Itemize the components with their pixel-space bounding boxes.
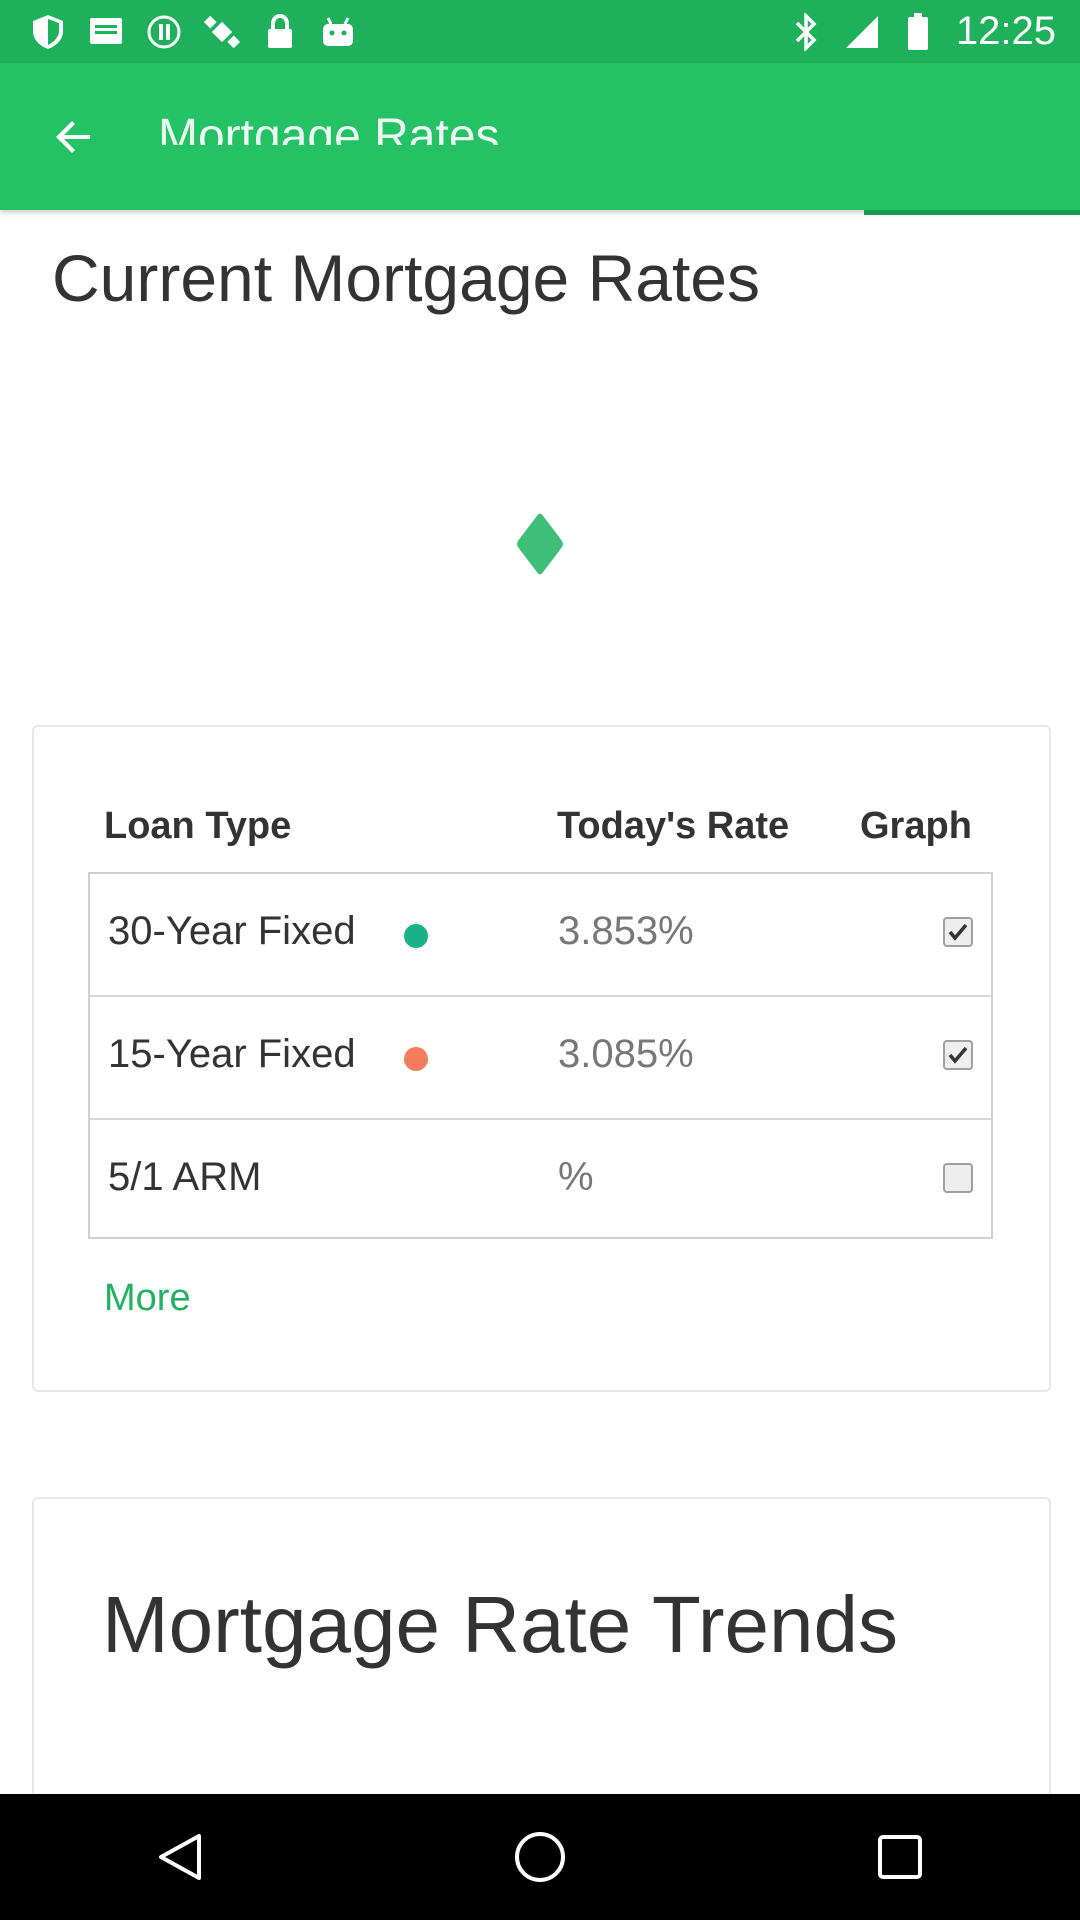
loading-progress-line xyxy=(864,210,1080,215)
android-icon xyxy=(320,14,356,50)
table-row: 30-Year Fixed 3.853% xyxy=(90,874,991,997)
header-todays-rate: Today's Rate xyxy=(557,805,790,847)
loan-type-label: 15-Year Fixed xyxy=(108,1032,356,1076)
series-color-dot xyxy=(404,1047,428,1071)
trends-card: Mortgage Rate Trends xyxy=(32,1497,1051,1821)
page-title: Current Mortgage Rates xyxy=(52,241,760,315)
status-right-icons: 12:25 xyxy=(788,9,1056,54)
home-circle-icon[interactable] xyxy=(505,1822,575,1892)
rates-card: Loan Type Today's Rate Graph 30-Year Fix… xyxy=(32,725,1051,1392)
app-bar-title: Mortgage Rates xyxy=(158,110,500,145)
navigation-bar xyxy=(0,1794,1080,1920)
more-link[interactable]: More xyxy=(104,1277,191,1320)
graph-checkbox[interactable] xyxy=(943,1163,973,1193)
rate-value: 3.085% xyxy=(558,1032,694,1076)
hotspot-icon xyxy=(146,14,182,50)
status-left-icons xyxy=(30,13,356,50)
loading-spinner-icon xyxy=(515,511,565,577)
signal-icon xyxy=(844,14,880,50)
header-graph: Graph xyxy=(860,805,972,847)
back-triangle-icon[interactable] xyxy=(145,1822,215,1892)
app-bar: Mortgage Rates xyxy=(0,63,1080,210)
loan-type-label: 30-Year Fixed xyxy=(108,909,356,953)
fake-gps-icon xyxy=(204,14,240,50)
lock-icon xyxy=(262,13,298,50)
header-loan-type: Loan Type xyxy=(104,805,292,847)
arrow-back-icon[interactable] xyxy=(42,105,106,169)
rates-table: 30-Year Fixed 3.853% 15-Year Fixed 3.085… xyxy=(88,872,993,1239)
rate-value: 3.853% xyxy=(558,909,694,953)
message-icon xyxy=(88,14,124,50)
graph-checkbox[interactable] xyxy=(943,1040,973,1070)
bluetooth-icon xyxy=(788,12,824,51)
recents-square-icon[interactable] xyxy=(865,1822,935,1892)
table-row: 5/1 ARM % xyxy=(90,1120,991,1243)
series-color-dot xyxy=(404,924,428,948)
loan-type-label: 5/1 ARM xyxy=(108,1155,262,1199)
table-row: 15-Year Fixed 3.085% xyxy=(90,997,991,1120)
rate-value: % xyxy=(558,1155,594,1199)
shield-icon xyxy=(30,14,66,50)
graph-checkbox[interactable] xyxy=(943,917,973,947)
trends-title: Mortgage Rate Trends xyxy=(102,1580,898,1669)
status-bar: 12:25 xyxy=(0,0,1080,63)
battery-icon xyxy=(900,12,936,50)
status-time: 12:25 xyxy=(955,9,1056,53)
